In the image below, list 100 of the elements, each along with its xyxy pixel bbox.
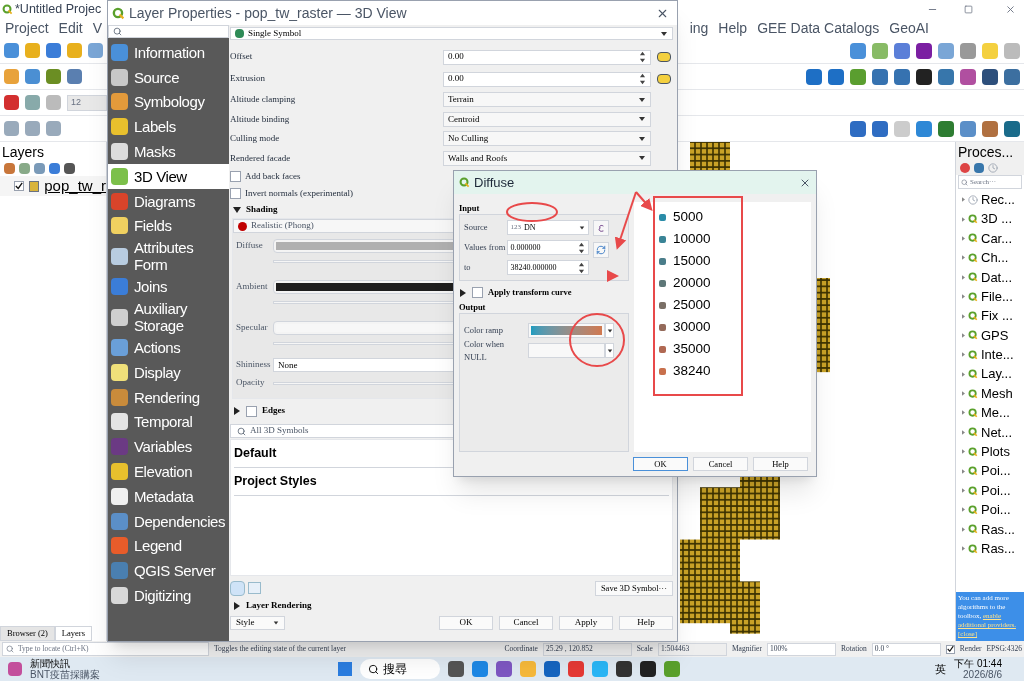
tree-item[interactable]: Rec... <box>956 190 1024 210</box>
dropdown-button[interactable] <box>605 323 614 338</box>
number-field[interactable]: 0.00 <box>443 71 651 87</box>
dialog-button[interactable]: Cancel <box>693 457 748 471</box>
symbol-type-dropdown[interactable]: Single Symbol <box>230 27 673 40</box>
menu-item[interactable]: ing <box>689 17 709 39</box>
sidebar-item[interactable]: Rendering <box>108 384 229 410</box>
maximize-icon[interactable] <box>964 4 973 14</box>
tree-item[interactable]: GPS <box>956 325 1024 346</box>
python-icon[interactable] <box>974 162 984 173</box>
checkbox[interactable] <box>230 171 241 182</box>
sidebar-item[interactable]: Display <box>108 359 229 385</box>
sidebar-item[interactable]: Masks <box>108 139 229 164</box>
gears-icon[interactable] <box>960 162 970 173</box>
color-ramp-button[interactable] <box>528 323 605 338</box>
tree-item[interactable]: Mesh <box>956 383 1024 404</box>
checkbox[interactable] <box>945 644 955 654</box>
menu-item[interactable]: Project <box>5 17 49 39</box>
sidebar-item[interactable]: Variables <box>108 434 229 460</box>
tree-item[interactable]: Lay... <box>956 364 1024 384</box>
sidebar-item[interactable]: Symbology <box>108 89 229 115</box>
search-field[interactable] <box>108 25 229 38</box>
spin-arrows-icon[interactable] <box>578 261 585 274</box>
dialog-button[interactable]: OK <box>633 457 688 471</box>
sidebar-item[interactable]: Information <box>108 40 229 65</box>
icon-view-icon[interactable] <box>230 580 245 596</box>
sidebar-item[interactable]: QGIS Server <box>108 558 229 584</box>
sidebar-item[interactable]: Elevation <box>108 459 229 484</box>
app-icon[interactable] <box>448 661 464 677</box>
sidebar-item[interactable]: Dependencies <box>108 508 229 534</box>
data-defined-icon[interactable] <box>657 74 671 84</box>
app-icon[interactable] <box>640 661 656 677</box>
checkbox[interactable] <box>246 405 257 417</box>
panel-tab[interactable]: Layers <box>54 626 92 641</box>
dialog-button[interactable]: Cancel <box>499 615 553 630</box>
sidebar-item[interactable]: Legend <box>108 533 229 559</box>
menu-item[interactable]: Edit <box>58 17 83 39</box>
sidebar-item[interactable]: Auxiliary Storage <box>108 299 229 336</box>
news-icon[interactable] <box>8 662 22 676</box>
number-field[interactable]: 38240.000000 <box>506 260 589 275</box>
sidebar-item[interactable]: Attributes Form <box>108 238 229 275</box>
spin-arrows-icon[interactable] <box>578 241 585 254</box>
number-field[interactable]: 0.000000 <box>506 240 589 255</box>
app-icon[interactable] <box>544 661 560 677</box>
tree-item[interactable]: Ras... <box>956 539 1024 559</box>
dropdown-button[interactable] <box>605 343 614 358</box>
expand-arrow-icon[interactable] <box>233 602 241 610</box>
expand-arrow-icon[interactable] <box>233 407 241 415</box>
sidebar-item[interactable]: Labels <box>108 114 229 140</box>
sidebar-item[interactable]: Temporal <box>108 409 229 435</box>
sidebar-item[interactable]: Metadata <box>108 483 229 509</box>
taskbar-search[interactable]: 搜尋 <box>360 659 440 679</box>
checkbox[interactable] <box>14 181 24 191</box>
data-defined-icon[interactable] <box>657 52 671 62</box>
dialog-button[interactable]: OK <box>439 615 493 630</box>
tree-item[interactable]: Poi... <box>956 461 1024 481</box>
tool-icon[interactable] <box>916 68 932 85</box>
tree-item[interactable]: File... <box>956 286 1024 307</box>
clock-date[interactable]: 2026/8/6 <box>963 669 1002 680</box>
ime-indicator[interactable]: 英 <box>935 660 947 678</box>
tolerance-field[interactable]: 12 <box>67 94 107 111</box>
tool-icon[interactable] <box>916 42 932 59</box>
tree-item[interactable]: Dat... <box>956 267 1024 287</box>
spin-arrows-icon[interactable] <box>639 51 646 63</box>
tree-item[interactable]: Ch... <box>956 248 1024 268</box>
checkbox[interactable] <box>472 287 483 298</box>
dialog-button[interactable]: Apply <box>559 615 613 630</box>
tree-item[interactable]: Poi... <box>956 500 1024 520</box>
dropdown[interactable]: Walls and Roofs <box>443 150 651 166</box>
sidebar-item[interactable]: Joins <box>108 274 229 300</box>
dropdown[interactable]: No Culling <box>443 131 651 147</box>
sidebar-item[interactable]: Diagrams <box>108 188 229 214</box>
refresh-button[interactable] <box>593 242 609 258</box>
menu-item[interactable]: GeoAI <box>889 17 929 39</box>
dialog-button[interactable]: Help <box>619 615 673 630</box>
sidebar-item[interactable]: Actions <box>108 335 229 360</box>
tree-item[interactable]: Car... <box>956 228 1024 249</box>
tree-item[interactable]: Me... <box>956 403 1024 423</box>
tree-item[interactable]: Inte... <box>956 345 1024 365</box>
tool-icon[interactable] <box>64 162 75 174</box>
sidebar-item[interactable]: 3D View <box>108 164 229 189</box>
app-icon[interactable] <box>616 661 632 677</box>
collapse-arrow-icon[interactable] <box>233 206 241 214</box>
clock-time[interactable]: 下午 01:44 <box>954 658 1002 669</box>
number-field[interactable]: 0.00 <box>443 49 651 65</box>
close-icon[interactable] <box>1005 3 1016 15</box>
menu-item[interactable]: V <box>92 17 103 39</box>
app-icon[interactable] <box>496 661 512 677</box>
tree-item[interactable]: Net... <box>956 422 1024 443</box>
layer-item[interactable]: pop_tw_r <box>0 176 106 196</box>
sidebar-item[interactable]: Fields <box>108 213 229 239</box>
tool-icon[interactable] <box>982 68 998 85</box>
tree-item[interactable]: Plots <box>956 442 1024 462</box>
tree-item[interactable]: Poi... <box>956 480 1024 501</box>
expand-arrow-icon[interactable] <box>459 288 467 297</box>
spin-arrows-icon[interactable] <box>639 73 646 85</box>
tree-item[interactable]: Fix ... <box>956 306 1024 326</box>
style-button[interactable]: Style <box>230 615 285 630</box>
windows-start-icon[interactable] <box>338 662 352 676</box>
checkbox[interactable] <box>230 188 241 199</box>
